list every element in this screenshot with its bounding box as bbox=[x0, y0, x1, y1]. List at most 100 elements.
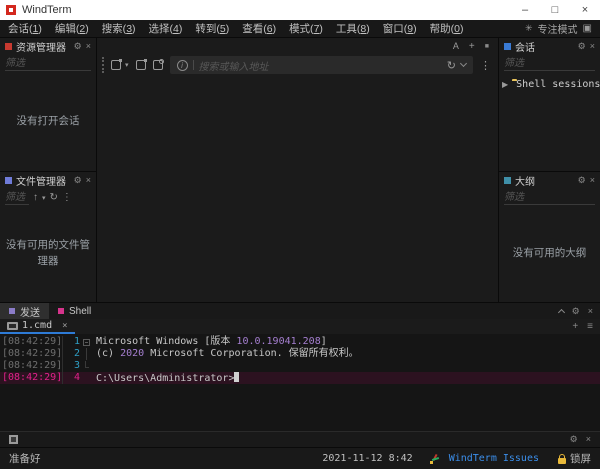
explorer-close-icon[interactable]: × bbox=[86, 42, 91, 51]
status-ready-text: 准备好 bbox=[9, 451, 41, 466]
terminal-output[interactable]: [08:42:29] 1 Microsoft Windows [版本 10.0.… bbox=[0, 334, 600, 431]
menu-window[interactable]: 窗口(9) bbox=[383, 21, 417, 36]
up-arrow-dropdown-caret-icon[interactable]: ▾ bbox=[42, 194, 46, 202]
toolbar-drag-handle[interactable] bbox=[102, 57, 104, 73]
fold-collapse-icon[interactable] bbox=[80, 336, 93, 348]
windterm-logo-icon bbox=[6, 5, 16, 15]
menu-select[interactable]: 选择(4) bbox=[149, 21, 183, 36]
dock-settings-gear-icon[interactable]: ⚙ bbox=[572, 307, 580, 316]
windterm-issues-link[interactable]: WindTerm Issues bbox=[449, 453, 539, 464]
outline-close-icon[interactable]: × bbox=[590, 176, 595, 185]
terminal-tab-1cmd[interactable]: 1.cmd × bbox=[0, 319, 75, 334]
explorer-settings-gear-icon[interactable]: ⚙ bbox=[74, 42, 82, 51]
sender-settings-gear-icon[interactable]: ⚙ bbox=[570, 435, 578, 444]
outline-panel-header: 大纲 ⚙ × bbox=[499, 172, 600, 189]
tree-item-label: Shell sessions bbox=[516, 79, 600, 90]
quick-connect-icon[interactable] bbox=[153, 60, 163, 70]
explorer-panel-header: 资源管理器 ⚙ × bbox=[0, 38, 96, 55]
line-number: 3 bbox=[62, 360, 80, 372]
lock-screen-button[interactable]: 锁屏 bbox=[558, 451, 591, 466]
address-dropdown-chevron-icon[interactable] bbox=[460, 60, 467, 67]
file-manager-filter-input[interactable]: 筛选 bbox=[5, 191, 29, 205]
outline-filter-input[interactable]: 筛选 bbox=[504, 191, 595, 205]
menu-view[interactable]: 查看(6) bbox=[242, 21, 276, 36]
close-button[interactable]: × bbox=[570, 0, 600, 20]
status-datetime: 2021-11-12 8:42 bbox=[322, 453, 412, 464]
center-empty-workspace[interactable] bbox=[97, 78, 498, 302]
session-panel-title: 会话 bbox=[515, 39, 574, 54]
pane-layout-icon[interactable]: ■ bbox=[485, 43, 489, 50]
terminal-tab-close-icon[interactable]: × bbox=[62, 321, 67, 331]
lock-icon bbox=[558, 458, 566, 464]
sender-paste-icon[interactable] bbox=[9, 435, 18, 444]
tree-expand-arrow-icon[interactable]: ▶ bbox=[502, 80, 508, 89]
fold-gutter-empty bbox=[80, 372, 93, 384]
toolbar-kebab-menu-icon[interactable]: ⋮ bbox=[480, 59, 491, 72]
tab-shell[interactable]: Shell bbox=[49, 303, 100, 319]
session-close-icon[interactable]: × bbox=[590, 42, 595, 51]
menu-goto[interactable]: 转到(5) bbox=[195, 21, 229, 36]
session-settings-gear-icon[interactable]: ⚙ bbox=[578, 42, 586, 51]
file-manager-pane-icon bbox=[5, 177, 12, 184]
terminal-line: [08:42:29] 2 (c) 2020 Microsoft Corporat… bbox=[0, 348, 600, 360]
terminal-line: [08:42:29] 1 Microsoft Windows [版本 10.0.… bbox=[0, 336, 600, 348]
up-arrow-icon[interactable]: ↑ bbox=[33, 193, 38, 203]
prompt-text: C:\Users\Administrator> bbox=[93, 372, 239, 385]
kebab-menu-icon[interactable]: ⋮ bbox=[62, 193, 72, 203]
minimize-button[interactable]: – bbox=[510, 0, 540, 20]
font-size-icon[interactable]: A bbox=[453, 41, 459, 51]
line-timestamp: [08:42:29] bbox=[0, 348, 62, 360]
cmd-terminal-icon bbox=[7, 322, 18, 330]
file-manager-settings-gear-icon[interactable]: ⚙ bbox=[74, 176, 82, 185]
tab-send[interactable]: 发送 bbox=[0, 303, 49, 319]
new-session-icon[interactable] bbox=[111, 60, 121, 70]
open-session-icon[interactable] bbox=[136, 60, 146, 70]
address-bar[interactable]: i 搜索或输入地址 ↻ bbox=[170, 56, 473, 74]
address-input[interactable]: 搜索或输入地址 bbox=[199, 58, 442, 73]
dock-collapse-chevron-icon[interactable] bbox=[558, 309, 565, 316]
file-manager-close-icon[interactable]: × bbox=[86, 176, 91, 185]
menu-help[interactable]: 帮助(0) bbox=[430, 21, 464, 36]
new-terminal-icon[interactable]: + bbox=[572, 321, 578, 332]
maximize-button[interactable]: □ bbox=[540, 0, 570, 20]
menu-tools[interactable]: 工具(8) bbox=[336, 21, 370, 36]
explorer-empty-text: 没有打开会话 bbox=[0, 72, 96, 171]
address-separator bbox=[193, 60, 194, 70]
menu-edit[interactable]: 编辑(2) bbox=[55, 21, 89, 36]
menu-search[interactable]: 搜索(3) bbox=[102, 21, 136, 36]
file-manager-panel-header: 文件管理器 ⚙ × bbox=[0, 172, 96, 189]
line-number: 2 bbox=[62, 348, 80, 360]
line-timestamp: [08:42:29] bbox=[0, 372, 62, 384]
explorer-filter-input[interactable]: 筛选 bbox=[5, 57, 91, 71]
reload-icon[interactable]: ↻ bbox=[447, 59, 456, 72]
shell-sessions-tree-item[interactable]: ▶ Shell sessions bbox=[499, 72, 600, 90]
outline-empty-text: 没有可用的大纲 bbox=[499, 206, 600, 302]
layout-icon[interactable]: ▣ bbox=[583, 23, 592, 34]
center-pane: A + ■ ▾ i 搜索或输入地址 ↻ ⋮ bbox=[97, 38, 498, 302]
dock-close-icon[interactable]: × bbox=[588, 307, 593, 316]
new-session-dropdown-caret-icon[interactable]: ▾ bbox=[125, 61, 129, 69]
session-filter-input[interactable]: 筛选 bbox=[504, 57, 595, 71]
outline-panel: 大纲 ⚙ × 筛选 没有可用的大纲 bbox=[499, 172, 600, 302]
outline-settings-gear-icon[interactable]: ⚙ bbox=[578, 176, 586, 185]
terminal-cursor bbox=[234, 372, 239, 382]
right-dock: 会话 ⚙ × 筛选 ▶ Shell sessions 大纲 ⚙ × 筛选 bbox=[498, 38, 600, 302]
focus-mode-toggle[interactable]: 专注模式 bbox=[538, 21, 578, 36]
add-tab-icon[interactable]: + bbox=[469, 41, 475, 52]
terminal-list-icon[interactable]: ≡ bbox=[587, 321, 593, 332]
menu-mode[interactable]: 模式(7) bbox=[289, 21, 323, 36]
window-title: WindTerm bbox=[22, 4, 510, 16]
session-toolbar: ▾ i 搜索或输入地址 ↻ ⋮ bbox=[97, 52, 498, 78]
line-text: Microsoft Windows [版本 10.0.19041.208] bbox=[93, 336, 327, 348]
session-panel: 会话 ⚙ × 筛选 ▶ Shell sessions bbox=[499, 38, 600, 172]
refresh-icon[interactable]: ↻ bbox=[50, 193, 58, 203]
file-manager-panel-title: 文件管理器 bbox=[16, 173, 70, 188]
focus-mode-icon: ✳ bbox=[525, 23, 533, 34]
lock-screen-label: 锁屏 bbox=[570, 451, 591, 466]
sender-close-icon[interactable]: × bbox=[586, 435, 591, 444]
line-timestamp: [08:42:29] bbox=[0, 360, 62, 372]
terminal-tab-bar: 1.cmd × + ≡ bbox=[0, 319, 600, 334]
info-icon[interactable]: i bbox=[177, 60, 188, 71]
menu-session[interactable]: 会话(1) bbox=[8, 21, 42, 36]
session-pane-icon bbox=[504, 43, 511, 50]
